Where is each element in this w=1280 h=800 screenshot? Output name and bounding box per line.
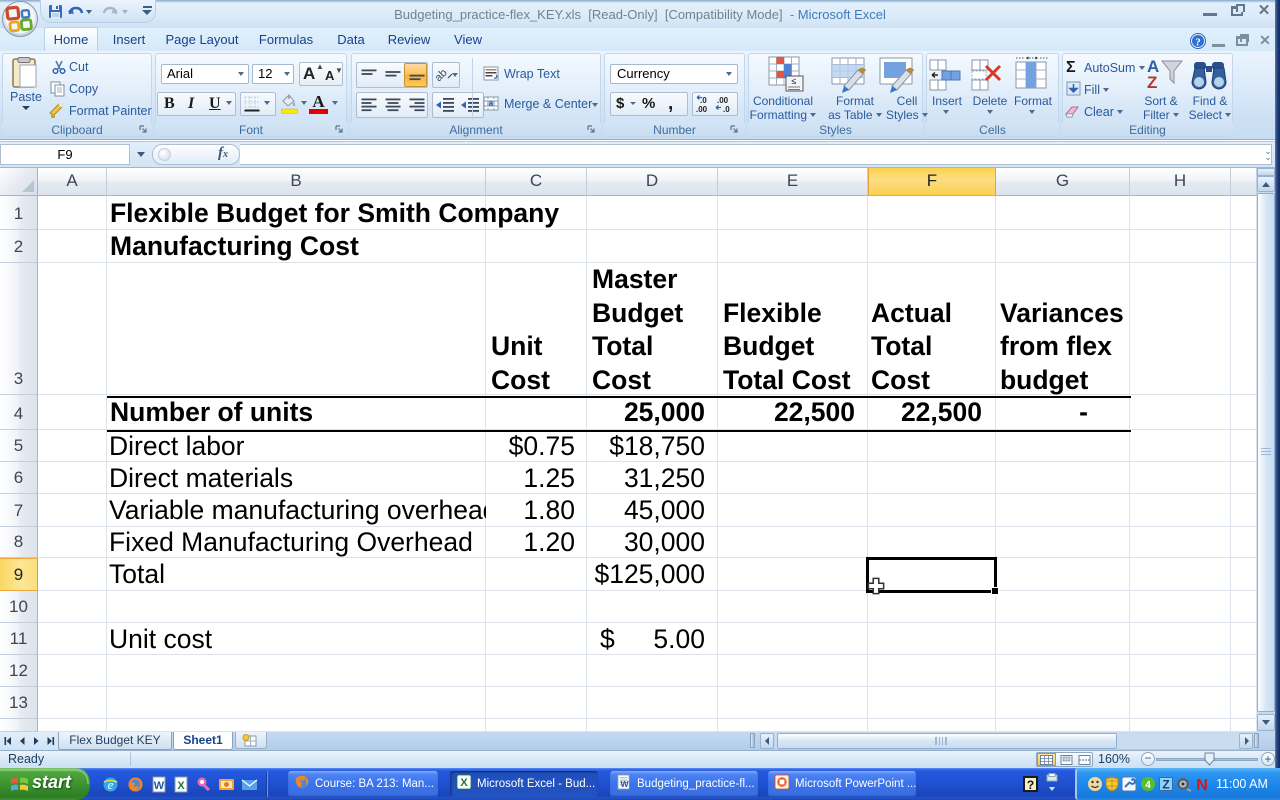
svg-text:4: 4 [1145, 780, 1151, 791]
svg-text:.00: .00 [696, 105, 708, 114]
svg-text:.0: .0 [723, 105, 730, 114]
svg-text:.00: .00 [717, 96, 729, 105]
svg-text:Z: Z [1147, 73, 1157, 91]
svg-text:X: X [460, 777, 468, 789]
svg-text:e: e [108, 777, 114, 792]
svg-text:a: a [489, 101, 493, 108]
svg-text:≤: ≤ [792, 76, 797, 86]
svg-text:ab: ab [435, 67, 450, 83]
svg-text:?: ? [1195, 37, 1201, 49]
svg-text:W: W [620, 779, 628, 789]
svg-text:Z: Z [1162, 778, 1169, 792]
svg-text:N: N [1196, 777, 1208, 792]
svg-text:W: W [154, 780, 165, 792]
svg-text:X: X [177, 780, 185, 792]
